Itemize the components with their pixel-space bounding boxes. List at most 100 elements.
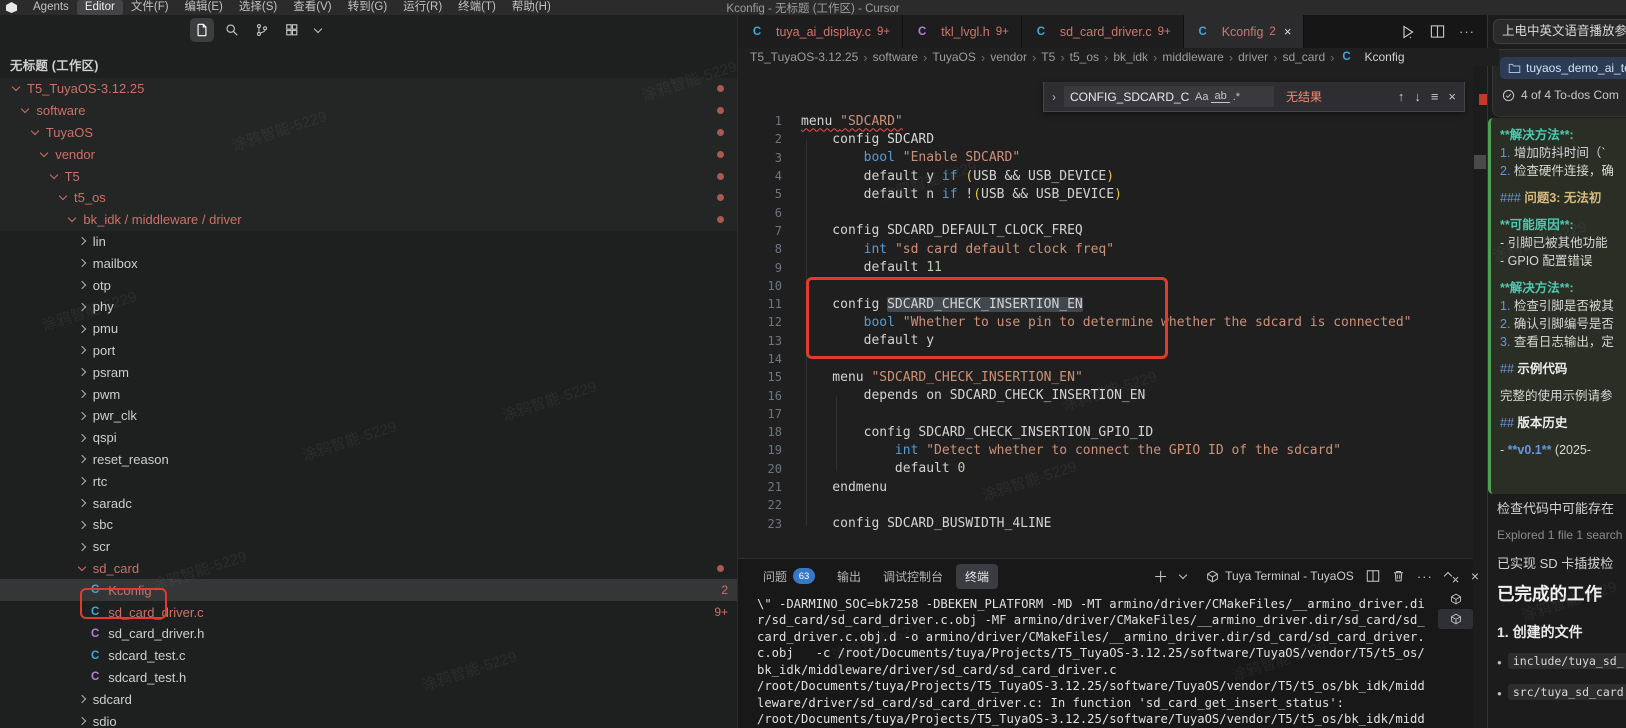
extensions-icon[interactable] — [280, 18, 304, 42]
panel-more-icon[interactable]: ··· — [1417, 569, 1433, 584]
todos-status[interactable]: 4 of 4 To-dos Com — [1502, 88, 1619, 102]
breadcrumb-item[interactable]: T5_TuyaOS-3.12.25 — [750, 50, 858, 64]
panel-tab-终端[interactable]: 终端 — [956, 564, 998, 589]
menu-item-Editor[interactable]: Editor — [77, 0, 123, 15]
overview-ruler[interactable] — [1473, 15, 1488, 728]
tab-tuya_ai_display.c[interactable]: Ctuya_ai_display.c9+ — [738, 15, 903, 48]
tree-folder-saradc[interactable]: saradc — [0, 492, 737, 514]
tab-sd_card_driver.c[interactable]: Csd_card_driver.c9+ — [1022, 15, 1184, 48]
menu-item-帮助H[interactable]: 帮助(H) — [504, 0, 559, 15]
breadcrumb-item[interactable]: bk_idk — [1113, 50, 1148, 64]
terminal-output[interactable]: \" -DARMINO_SOC=bk7258 -DBEKEN_PLATFORM … — [757, 596, 1437, 728]
file-list-item[interactable]: ●include/tuya_sd_ — [1497, 653, 1626, 668]
match-case-icon[interactable]: Aa — [1192, 91, 1211, 103]
regex-icon[interactable]: .* — [1230, 91, 1243, 103]
tree-folder-qspi[interactable]: qspi — [0, 427, 737, 449]
tree-folder-phy[interactable]: phy — [0, 296, 737, 318]
tree-folder-vendor[interactable]: vendor — [0, 143, 737, 165]
breadcrumb-item[interactable]: driver — [1238, 50, 1268, 64]
tree-folder-scr[interactable]: scr — [0, 536, 737, 558]
tree-folder-bk_idk-middleware-driver[interactable]: bk_idk / middleware / driver — [0, 209, 737, 231]
tree-folder-reset_reason[interactable]: reset_reason — [0, 449, 737, 471]
breadcrumb-item[interactable]: TuyaOS — [932, 50, 976, 64]
menu-item-转到G[interactable]: 转到(G) — [340, 0, 396, 15]
tab-tkl_lvgl.h[interactable]: Ctkl_lvgl.h9+ — [903, 15, 1022, 48]
session-close-icon[interactable]: × — [1438, 569, 1473, 589]
tree-folder-software[interactable]: software — [0, 100, 737, 122]
breadcrumb-item[interactable]: sd_card — [1282, 50, 1325, 64]
chat-thread-title[interactable]: 上电中英文语音播放参 — [1493, 19, 1626, 44]
menu-item-运行R[interactable]: 运行(R) — [395, 0, 450, 15]
code-editor[interactable]: 1menu "SDCARD"2 config SDCARD3 bool "Ena… — [738, 66, 1473, 558]
breadcrumb-item[interactable]: T5 — [1041, 50, 1055, 64]
menu-item-Agents[interactable]: Agents — [25, 0, 77, 15]
terminal-dropdown-icon[interactable] — [1179, 570, 1187, 578]
explorer-icon[interactable] — [190, 18, 214, 42]
file-path-chip[interactable]: src/tuya_sd_card — [1508, 684, 1626, 700]
tree-folder-pwr_clk[interactable]: pwr_clk — [0, 405, 737, 427]
tree-folder-TuyaOS[interactable]: TuyaOS — [0, 122, 737, 144]
tree-folder-lin[interactable]: lin — [0, 231, 737, 253]
tree-folder-port[interactable]: port — [0, 340, 737, 362]
terminal-session-item[interactable] — [1438, 589, 1473, 609]
tree-file-sdcard_test.h[interactable]: Csdcard_test.h — [0, 667, 737, 689]
tree-folder-sdcard[interactable]: sdcard — [0, 688, 737, 710]
menu-item-查看V[interactable]: 查看(V) — [285, 0, 339, 15]
project-chip[interactable]: tuyaos_demo_ai_to — [1500, 57, 1626, 79]
tree-file-sd_card_driver.c[interactable]: Csd_card_driver.c9+ — [0, 601, 737, 623]
file-path-chip[interactable]: include/tuya_sd_ — [1508, 653, 1626, 669]
breadcrumb-item[interactable]: t5_os — [1070, 50, 1099, 64]
find-previous-icon[interactable]: ↑ — [1396, 89, 1407, 104]
find-next-icon[interactable]: ↓ — [1412, 89, 1423, 104]
menu-item-文件F[interactable]: 文件(F) — [123, 0, 177, 15]
source-control-icon[interactable] — [250, 18, 274, 42]
file-list-item[interactable]: ●src/tuya_sd_card — [1497, 684, 1626, 699]
breadcrumb-item[interactable]: software — [873, 50, 918, 64]
tree-folder-sbc[interactable]: sbc — [0, 514, 737, 536]
panel-tab-问题[interactable]: 问题63 — [754, 564, 824, 589]
breadcrumb[interactable]: T5_TuyaOS-3.12.25›software›TuyaOS›vendor… — [738, 48, 1499, 66]
chevron-down-icon[interactable] — [310, 18, 334, 42]
tree-folder-pmu[interactable]: pmu — [0, 318, 737, 340]
tree-folder-pwm[interactable]: pwm — [0, 383, 737, 405]
breadcrumb-item[interactable]: middleware — [1162, 50, 1223, 64]
terminal-session-item[interactable] — [1438, 609, 1473, 629]
tree-folder-mailbox[interactable]: mailbox — [0, 252, 737, 274]
menu-item-选择S[interactable]: 选择(S) — [231, 0, 285, 15]
find-input[interactable] — [1068, 89, 1192, 105]
menu-item-编辑E[interactable]: 编辑(E) — [177, 0, 231, 15]
tree-file-sd_card_driver.h[interactable]: Csd_card_driver.h — [0, 623, 737, 645]
new-terminal-icon[interactable]: ＋ — [1153, 566, 1168, 587]
tab-close-icon[interactable]: × — [1284, 24, 1292, 39]
breadcrumb-item[interactable]: Kconfig — [1365, 50, 1405, 64]
breadcrumb-item[interactable]: vendor — [990, 50, 1027, 64]
search-icon[interactable] — [220, 18, 244, 42]
kill-terminal-icon[interactable] — [1392, 569, 1405, 583]
tree-folder-T5_TuyaOS-3.12.25[interactable]: T5_TuyaOS-3.12.25 — [0, 78, 737, 100]
split-terminal-icon[interactable] — [1366, 569, 1380, 583]
split-editor-icon[interactable] — [1430, 24, 1445, 39]
find-close-icon[interactable]: × — [1446, 89, 1458, 104]
panel-tab-输出[interactable]: 输出 — [828, 564, 870, 589]
ai-chat-panel: 上电中英文语音播放参 tuyaos_demo_ai_to 4 of 4 To-d… — [1488, 15, 1626, 728]
tree-folder-psram[interactable]: psram — [0, 361, 737, 383]
tab-Kconfig[interactable]: CKconfig2× — [1184, 15, 1305, 48]
tree-file-Kconfig[interactable]: CKconfig2 — [0, 579, 737, 601]
find-expand-icon[interactable]: › — [1050, 90, 1058, 104]
tree-file-sdcard_test.c[interactable]: Csdcard_test.c — [0, 645, 737, 667]
menu-item-终端T[interactable]: 终端(T) — [450, 0, 504, 15]
whole-word-icon[interactable]: ab — [1211, 90, 1229, 103]
bottom-panel: 问题63输出调试控制台终端 ＋ Tuya Terminal - TuyaOS ·… — [738, 558, 1473, 728]
tree-folder-sdio[interactable]: sdio — [0, 710, 737, 728]
run-file-icon[interactable] — [1400, 24, 1416, 40]
tree-folder-T5[interactable]: T5 — [0, 165, 737, 187]
scrollbar-thumb[interactable] — [1474, 155, 1486, 169]
terminal-session-label[interactable]: Tuya Terminal - TuyaOS — [1206, 569, 1354, 583]
tree-folder-otp[interactable]: otp — [0, 274, 737, 296]
tree-folder-sd_card[interactable]: sd_card — [0, 558, 737, 580]
more-actions-icon[interactable]: ··· — [1459, 24, 1475, 39]
tree-folder-t5_os[interactable]: t5_os — [0, 187, 737, 209]
panel-tab-调试控制台[interactable]: 调试控制台 — [874, 564, 952, 589]
find-in-selection-icon[interactable]: ≡ — [1429, 89, 1441, 104]
tree-folder-rtc[interactable]: rtc — [0, 470, 737, 492]
